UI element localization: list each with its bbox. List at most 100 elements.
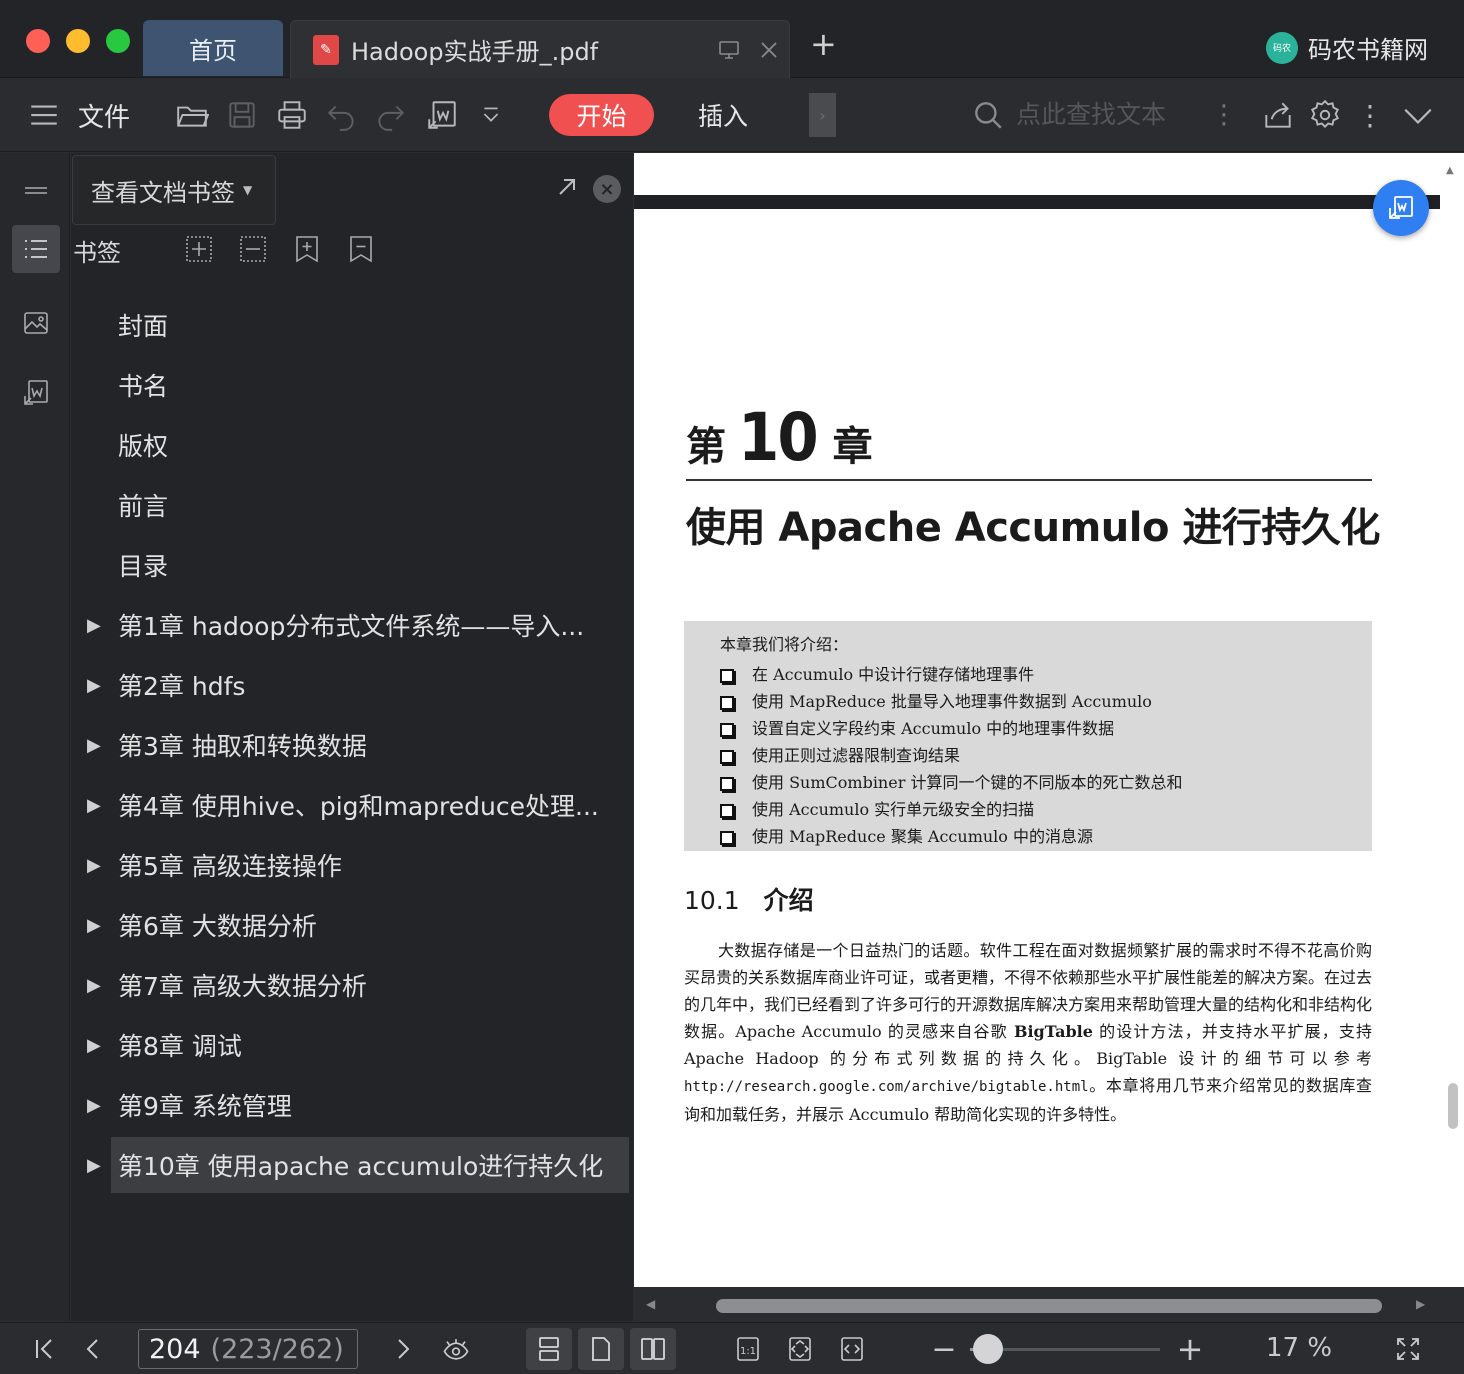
two-page-view-button[interactable] bbox=[630, 1328, 676, 1370]
bookmark-item[interactable]: 前言 bbox=[71, 475, 633, 535]
bookmark-item[interactable]: ▶ 第3章 抽取和转换数据 bbox=[71, 715, 633, 775]
bookmark-item[interactable]: ▶ 第1章 hadoop分布式文件系统——导入... bbox=[71, 595, 633, 655]
bookmark-item[interactable]: ▶ 第5章 高级连接操作 bbox=[71, 835, 633, 895]
delete-bookmark-icon[interactable] bbox=[345, 233, 377, 265]
tab-start[interactable]: 开始 bbox=[549, 94, 654, 136]
tab-insert[interactable]: 插入 bbox=[690, 94, 756, 136]
bookmark-item[interactable]: 目录 bbox=[71, 535, 633, 595]
search-input[interactable] bbox=[1016, 96, 1196, 132]
expand-arrow-icon[interactable]: ▶ bbox=[87, 675, 101, 696]
brand[interactable]: 码农 码农书籍网 bbox=[1266, 30, 1428, 65]
fit-page-icon[interactable] bbox=[782, 1323, 818, 1374]
brand-name: 码农书籍网 bbox=[1308, 36, 1428, 64]
bookmark-item[interactable]: ▶ 第9章 系统管理 bbox=[71, 1075, 633, 1135]
intro-list-item: 使用 Accumulo 实行单元级安全的扫描 bbox=[720, 796, 1372, 823]
add-bookmark-icon[interactable] bbox=[183, 233, 215, 265]
close-tab-icon[interactable] bbox=[749, 38, 789, 62]
bookmark-item-selected[interactable]: ▶ 第10章 使用apache accumulo进行持久化 bbox=[71, 1135, 633, 1195]
expand-arrow-icon[interactable]: ▶ bbox=[87, 795, 101, 816]
pdf-page[interactable]: 第 10 章 使用 Apache Accumulo 进行持久化 本章我们将介绍：… bbox=[634, 209, 1440, 1287]
remove-bookmark-icon[interactable] bbox=[237, 233, 269, 265]
dropdown-caret-icon: ▼ bbox=[243, 183, 253, 197]
bookmark-item-label: 第3章 抽取和转换数据 bbox=[118, 732, 367, 761]
file-menu[interactable]: 文件 bbox=[76, 78, 132, 152]
more-tabs-arrow[interactable]: › bbox=[809, 93, 836, 137]
zoom-level[interactable]: 17 % bbox=[1266, 1333, 1332, 1363]
expand-arrow-icon[interactable]: ▶ bbox=[87, 855, 101, 876]
open-folder-icon[interactable] bbox=[172, 78, 212, 152]
scroll-right-arrow-icon[interactable]: ▶ bbox=[1416, 1297, 1425, 1311]
tab-document[interactable]: ✎ Hadoop实战手册_.pdf bbox=[290, 20, 790, 78]
bookmark-item[interactable]: ▶ 第8章 调试 bbox=[71, 1015, 633, 1075]
minimize-window-button[interactable] bbox=[66, 29, 90, 53]
more-options-icon[interactable]: ⋮ bbox=[1356, 78, 1384, 152]
zoom-in-icon[interactable]: + bbox=[1174, 1323, 1206, 1374]
collapse-toolbar-chevron-icon[interactable] bbox=[1398, 78, 1438, 152]
floating-convert-button[interactable] bbox=[1373, 180, 1429, 236]
expand-arrow-icon[interactable]: ▶ bbox=[87, 1035, 101, 1056]
close-panel-icon[interactable]: × bbox=[593, 175, 621, 203]
bookmark-item-label: 前言 bbox=[118, 492, 169, 521]
first-page-icon[interactable] bbox=[30, 1323, 60, 1374]
bookmark-item[interactable]: ▶ 第4章 使用hive、pig和mapreduce处理... bbox=[71, 775, 633, 835]
bookmark-view-selector[interactable]: 查看文档书签 ▼ bbox=[72, 155, 276, 225]
bookmark-view-selector-label: 查看文档书签 bbox=[91, 178, 235, 207]
undo-icon[interactable] bbox=[322, 78, 362, 152]
settings-gear-icon[interactable] bbox=[1305, 78, 1345, 152]
vertical-scroll-thumb[interactable] bbox=[1448, 1083, 1458, 1129]
actual-size-icon[interactable]: 1:1 bbox=[730, 1323, 766, 1374]
thumbnails-image-icon[interactable] bbox=[12, 299, 60, 347]
zoom-slider-knob[interactable] bbox=[972, 1334, 1003, 1364]
expand-arrow-icon[interactable]: ▶ bbox=[87, 615, 101, 636]
bookmark-item[interactable]: ▶ 第7章 高级大数据分析 bbox=[71, 955, 633, 1015]
bookmarks-list-icon[interactable] bbox=[12, 225, 60, 273]
previous-page-icon[interactable] bbox=[78, 1323, 108, 1374]
monitor-icon[interactable] bbox=[709, 38, 749, 62]
vertical-scrollbar[interactable]: ▲ bbox=[1440, 153, 1464, 1287]
zoom-out-icon[interactable]: − bbox=[928, 1323, 960, 1374]
expand-arrow-icon[interactable]: ▶ bbox=[87, 735, 101, 756]
bookmark-item[interactable]: ▶ 第6章 大数据分析 bbox=[71, 895, 633, 955]
page-number-field[interactable]: 204 (223/262) bbox=[138, 1329, 358, 1369]
horizontal-scrollbar[interactable]: ◀ ▶ bbox=[634, 1287, 1464, 1321]
bookmark-item[interactable]: 封面 bbox=[71, 295, 633, 355]
expand-arrow-icon[interactable]: ▶ bbox=[87, 1155, 101, 1176]
zoom-window-button[interactable] bbox=[106, 29, 130, 53]
new-tab-button[interactable]: + bbox=[810, 28, 837, 60]
file-menu-label: 文件 bbox=[77, 102, 130, 133]
expand-arrow-icon[interactable]: ▶ bbox=[87, 1095, 101, 1116]
eye-protection-icon[interactable] bbox=[436, 1323, 476, 1374]
save-icon[interactable] bbox=[222, 78, 262, 152]
bookmark-item[interactable]: ▶ 第2章 hdfs bbox=[71, 655, 633, 715]
bookmark-tree: 封面 书名 版权 前言 目录 ▶ 第1章 hadoop分布式文件系统——导入...… bbox=[71, 295, 633, 1195]
redo-icon[interactable] bbox=[370, 78, 410, 152]
expand-arrow-icon[interactable]: ▶ bbox=[87, 975, 101, 996]
tab-home[interactable]: 首页 bbox=[143, 20, 283, 76]
quick-access-dropdown-icon[interactable] bbox=[476, 78, 506, 152]
horizontal-scroll-thumb[interactable] bbox=[716, 1299, 1382, 1313]
bookmark-item-label: 第9章 系统管理 bbox=[118, 1092, 292, 1121]
bookmark-item[interactable]: 版权 bbox=[71, 415, 633, 475]
fullscreen-icon[interactable] bbox=[1390, 1323, 1426, 1374]
pdf-to-word-icon[interactable] bbox=[422, 78, 462, 152]
pdf-convert-icon[interactable] bbox=[12, 369, 60, 417]
search-icon[interactable] bbox=[970, 78, 1006, 152]
print-icon[interactable] bbox=[272, 78, 312, 152]
next-page-icon[interactable] bbox=[388, 1323, 418, 1374]
scroll-up-arrow-icon[interactable]: ▲ bbox=[1446, 165, 1454, 176]
bookmark-item[interactable]: 书名 bbox=[71, 355, 633, 415]
close-window-button[interactable] bbox=[26, 29, 50, 53]
bookmark-item-label: 第8章 调试 bbox=[118, 1032, 242, 1061]
pop-out-arrow-icon[interactable] bbox=[555, 175, 579, 205]
hamburger-menu-icon[interactable] bbox=[26, 78, 62, 152]
single-page-view-button[interactable] bbox=[578, 1328, 624, 1370]
scroll-left-arrow-icon[interactable]: ◀ bbox=[646, 1297, 655, 1311]
chapter-suffix: 章 bbox=[832, 424, 873, 470]
fit-width-icon[interactable] bbox=[834, 1323, 870, 1374]
collapse-panel-icon[interactable] bbox=[12, 169, 60, 217]
share-icon[interactable] bbox=[1258, 78, 1298, 152]
document-view[interactable]: 第 10 章 使用 Apache Accumulo 进行持久化 本章我们将介绍：… bbox=[634, 153, 1464, 1321]
expand-arrow-icon[interactable]: ▶ bbox=[87, 915, 101, 936]
insert-bookmark-icon[interactable] bbox=[291, 233, 323, 265]
continuous-scroll-view-button[interactable] bbox=[526, 1328, 572, 1370]
